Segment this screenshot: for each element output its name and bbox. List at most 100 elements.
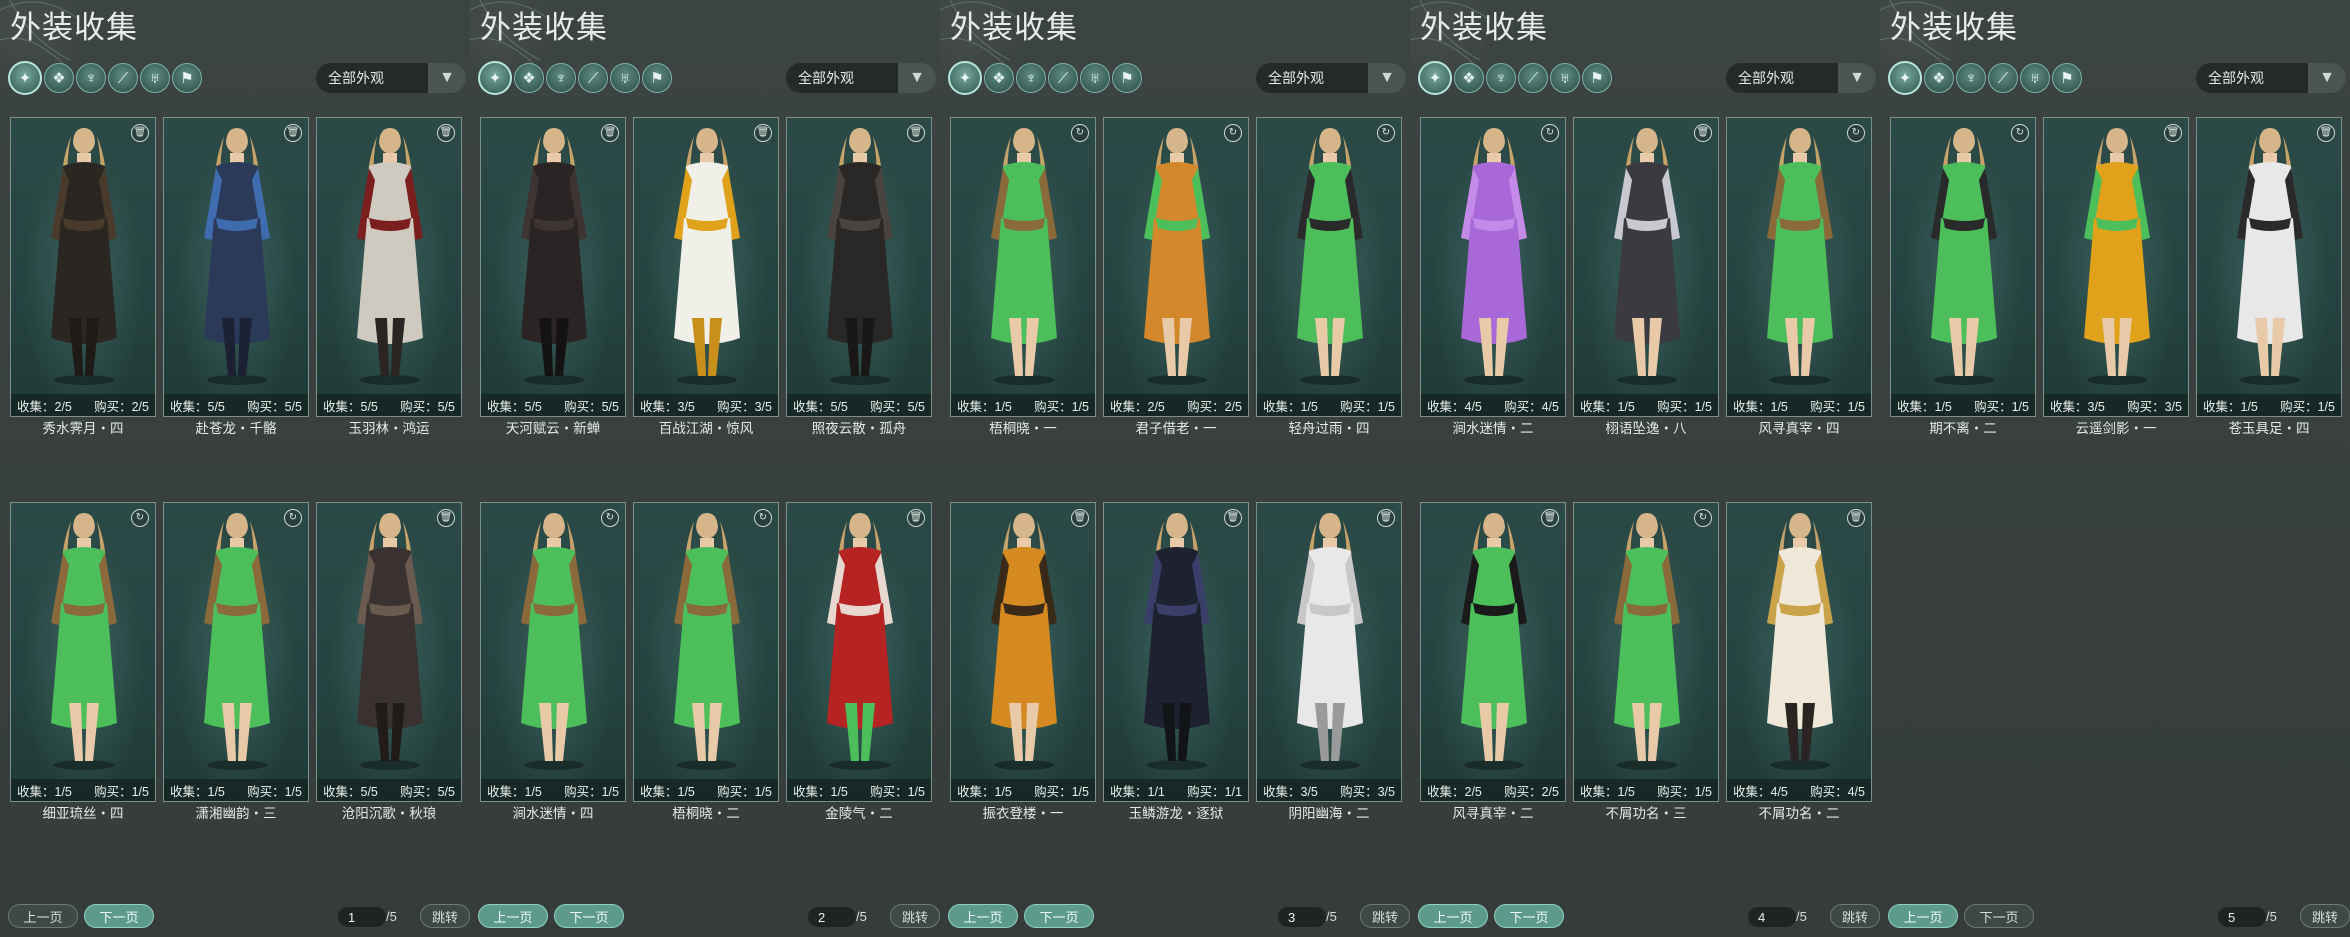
outfit-card[interactable]: ↻ 收集：1/5 购买：1/5	[1726, 117, 1872, 417]
appearance-filter-dropdown[interactable]: 全部外观 ▼	[316, 63, 466, 93]
outfit-card[interactable]: 🗑 收集：1/5 购买：1/5	[1573, 117, 1719, 417]
refresh-icon[interactable]: ↻	[601, 509, 619, 527]
appearance-filter-dropdown[interactable]: 全部外观 ▼	[786, 63, 936, 93]
cloak-icon[interactable]: ♆	[1956, 63, 1986, 93]
trash-icon[interactable]: 🗑	[907, 509, 925, 527]
chevron-down-icon[interactable]: ▼	[898, 63, 936, 93]
outfit-card[interactable]: 🗑 收集：1/1 购买：1/1	[1103, 502, 1249, 802]
outfit-card[interactable]: ↻ 收集：1/5 购买：1/5	[1256, 117, 1402, 417]
outfit-card[interactable]: ↻ 收集：1/5 购买：1/5	[163, 502, 309, 802]
accessory-icon[interactable]: ⚑	[1112, 63, 1142, 93]
prev-page-button[interactable]: 上一页	[1888, 904, 1958, 928]
trash-icon[interactable]: 🗑	[1541, 509, 1559, 527]
jump-button[interactable]: 跳转	[2300, 904, 2350, 928]
next-page-button[interactable]: 下一页	[1494, 904, 1564, 928]
jump-button[interactable]: 跳转	[420, 904, 470, 928]
trash-icon[interactable]: 🗑	[1071, 509, 1089, 527]
trash-icon[interactable]: 🗑	[1377, 509, 1395, 527]
trash-icon[interactable]: 🗑	[1694, 124, 1712, 142]
outfit-all-icon[interactable]: ✦	[8, 61, 42, 95]
outfit-card[interactable]: ↻ 收集：4/5 购买：4/5	[1420, 117, 1566, 417]
jump-button[interactable]: 跳转	[890, 904, 940, 928]
accessory-icon[interactable]: ⚑	[172, 63, 202, 93]
mask-icon[interactable]: ♅	[140, 63, 170, 93]
refresh-icon[interactable]: ↻	[284, 509, 302, 527]
outfit-card[interactable]: 🗑 收集：3/5 购买：3/5	[2043, 117, 2189, 417]
chevron-down-icon[interactable]: ▼	[1838, 63, 1876, 93]
prev-page-button[interactable]: 上一页	[478, 904, 548, 928]
trash-icon[interactable]: 🗑	[907, 124, 925, 142]
next-page-button[interactable]: 下一页	[84, 904, 154, 928]
cloak-icon[interactable]: ♆	[546, 63, 576, 93]
page-number-input[interactable]: 4	[1748, 907, 1796, 927]
outfit-card[interactable]: ↻ 收集：1/5 购买：1/5	[480, 502, 626, 802]
refresh-icon[interactable]: ↻	[2011, 124, 2029, 142]
trash-icon[interactable]: 🗑	[601, 124, 619, 142]
outfit-card[interactable]: 🗑 收集：2/5 购买：2/5	[10, 117, 156, 417]
upper-garment-icon[interactable]: ❖	[514, 63, 544, 93]
refresh-icon[interactable]: ↻	[1541, 124, 1559, 142]
cloak-icon[interactable]: ♆	[1486, 63, 1516, 93]
outfit-card[interactable]: ↻ 收集：1/5 购买：1/5	[950, 117, 1096, 417]
refresh-icon[interactable]: ↻	[1847, 124, 1865, 142]
refresh-icon[interactable]: ↻	[1694, 509, 1712, 527]
appearance-filter-dropdown[interactable]: 全部外观 ▼	[1726, 63, 1876, 93]
trash-icon[interactable]: 🗑	[284, 124, 302, 142]
prev-page-button[interactable]: 上一页	[948, 904, 1018, 928]
outfit-card[interactable]: 🗑 收集：1/5 购买：1/5	[2196, 117, 2342, 417]
mask-icon[interactable]: ♅	[2020, 63, 2050, 93]
outfit-card[interactable]: 🗑 收集：3/5 购买：3/5	[633, 117, 779, 417]
refresh-icon[interactable]: ↻	[1377, 124, 1395, 142]
trash-icon[interactable]: 🗑	[437, 124, 455, 142]
jump-button[interactable]: 跳转	[1360, 904, 1410, 928]
accessory-icon[interactable]: ⚑	[642, 63, 672, 93]
trash-icon[interactable]: 🗑	[1847, 509, 1865, 527]
weapon-icon[interactable]: ⟋	[1048, 63, 1078, 93]
next-page-button[interactable]: 下一页	[1964, 904, 2034, 928]
next-page-button[interactable]: 下一页	[1024, 904, 1094, 928]
weapon-icon[interactable]: ⟋	[1518, 63, 1548, 93]
trash-icon[interactable]: 🗑	[754, 124, 772, 142]
outfit-card[interactable]: 🗑 收集：5/5 购买：5/5	[786, 117, 932, 417]
weapon-icon[interactable]: ⟋	[108, 63, 138, 93]
upper-garment-icon[interactable]: ❖	[44, 63, 74, 93]
refresh-icon[interactable]: ↻	[1224, 124, 1242, 142]
upper-garment-icon[interactable]: ❖	[1454, 63, 1484, 93]
outfit-card[interactable]: ↻ 收集：1/5 购买：1/5	[1890, 117, 2036, 417]
trash-icon[interactable]: 🗑	[1224, 509, 1242, 527]
outfit-card[interactable]: ↻ 收集：1/5 购买：1/5	[10, 502, 156, 802]
appearance-filter-dropdown[interactable]: 全部外观 ▼	[2196, 63, 2346, 93]
mask-icon[interactable]: ♅	[1080, 63, 1110, 93]
appearance-filter-dropdown[interactable]: 全部外观 ▼	[1256, 63, 1406, 93]
chevron-down-icon[interactable]: ▼	[2308, 63, 2346, 93]
outfit-card[interactable]: ↻ 收集：2/5 购买：2/5	[1103, 117, 1249, 417]
outfit-card[interactable]: ↻ 收集：1/5 购买：1/5	[1573, 502, 1719, 802]
refresh-icon[interactable]: ↻	[131, 509, 149, 527]
prev-page-button[interactable]: 上一页	[1418, 904, 1488, 928]
weapon-icon[interactable]: ⟋	[1988, 63, 2018, 93]
trash-icon[interactable]: 🗑	[437, 509, 455, 527]
page-number-input[interactable]: 5	[2218, 907, 2266, 927]
outfit-card[interactable]: 🗑 收集：5/5 购买：5/5	[316, 117, 462, 417]
outfit-card[interactable]: 🗑 收集：2/5 购买：2/5	[1420, 502, 1566, 802]
cloak-icon[interactable]: ♆	[1016, 63, 1046, 93]
next-page-button[interactable]: 下一页	[554, 904, 624, 928]
outfit-card[interactable]: 🗑 收集：5/5 购买：5/5	[163, 117, 309, 417]
outfit-card[interactable]: 🗑 收集：1/5 购买：1/5	[786, 502, 932, 802]
jump-button[interactable]: 跳转	[1830, 904, 1880, 928]
outfit-card[interactable]: 🗑 收集：4/5 购买：4/5	[1726, 502, 1872, 802]
weapon-icon[interactable]: ⟋	[578, 63, 608, 93]
outfit-card[interactable]: 🗑 收集：1/5 购买：1/5	[950, 502, 1096, 802]
refresh-icon[interactable]: ↻	[1071, 124, 1089, 142]
page-number-input[interactable]: 1	[338, 907, 386, 927]
outfit-card[interactable]: 🗑 收集：5/5 购买：5/5	[316, 502, 462, 802]
outfit-all-icon[interactable]: ✦	[948, 61, 982, 95]
outfit-all-icon[interactable]: ✦	[1888, 61, 1922, 95]
outfit-all-icon[interactable]: ✦	[1418, 61, 1452, 95]
trash-icon[interactable]: 🗑	[2317, 124, 2335, 142]
upper-garment-icon[interactable]: ❖	[1924, 63, 1954, 93]
accessory-icon[interactable]: ⚑	[2052, 63, 2082, 93]
refresh-icon[interactable]: ↻	[754, 509, 772, 527]
outfit-card[interactable]: ↻ 收集：1/5 购买：1/5	[633, 502, 779, 802]
mask-icon[interactable]: ♅	[1550, 63, 1580, 93]
